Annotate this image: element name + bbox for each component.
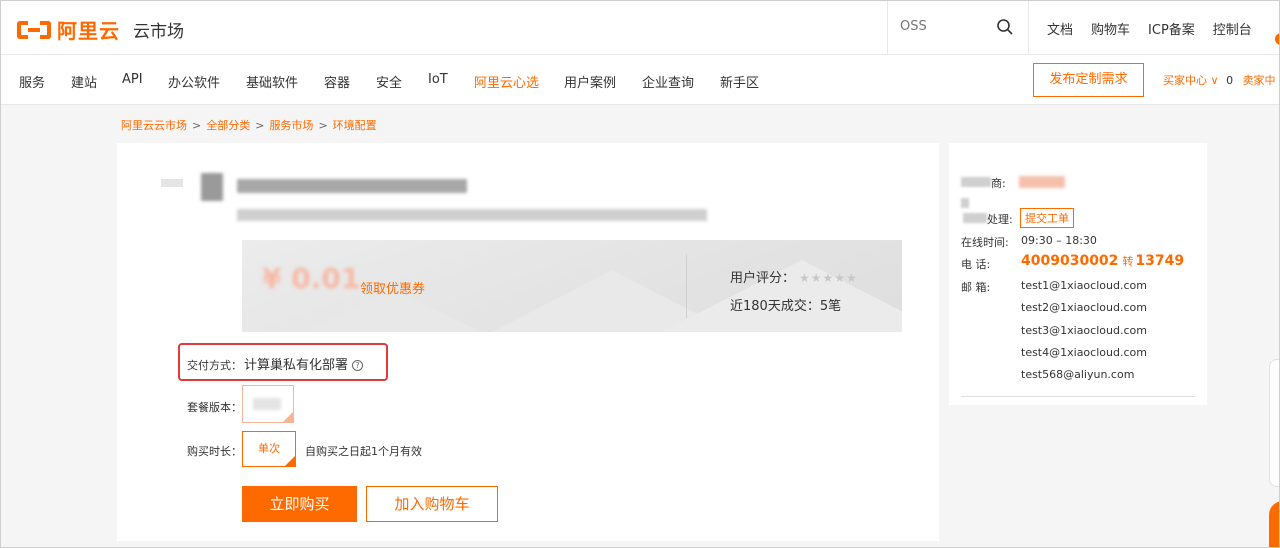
divider: [686, 254, 687, 318]
handle-label: 处理:: [987, 213, 1013, 226]
page: 阿里云 云市场 文档 购物车 ICP备案 控制台 服务建站API办公软件基础软件…: [0, 0, 1280, 548]
aliyun-logo-icon: [17, 19, 51, 41]
nav-item[interactable]: 企业查询: [642, 72, 720, 91]
nav-item[interactable]: IoT: [428, 72, 474, 91]
cart-count: 0: [1226, 74, 1234, 87]
product-card: ¥ 0.01 领取优惠券 用户评分： ★★★★★ 近180天成交：5笔 交付方式：…: [117, 143, 939, 541]
email-link[interactable]: test2@1xiaocloud.com: [1021, 301, 1147, 314]
search-box: [887, 1, 1029, 55]
nav-item[interactable]: 新手区: [720, 72, 780, 91]
delivery-label: 交付方式：: [187, 359, 242, 372]
handle-label-blurred: [963, 213, 987, 223]
email-link[interactable]: test4@1xiaocloud.com: [1021, 346, 1147, 359]
phone-label: 电 话:: [961, 258, 991, 271]
product-subtitle-blurred: [237, 209, 707, 221]
product-title-blurred: [237, 179, 467, 193]
buyer-center: 买家中心 ∨ 0 卖家中: [1163, 72, 1276, 88]
duration-note: 自购买之日起1个月有效: [305, 445, 422, 458]
email-link[interactable]: test1@1xiaocloud.com: [1021, 279, 1147, 292]
user-rating: 用户评分： ★★★★★: [730, 267, 858, 286]
coupon-link[interactable]: 领取优惠券: [360, 278, 425, 297]
nav-item[interactable]: 用户案例: [564, 72, 642, 91]
nav-item[interactable]: 容器: [324, 72, 376, 91]
vendor-name-blurred: [1019, 176, 1065, 188]
breadcrumb-item[interactable]: 环境配置: [333, 119, 377, 132]
price-panel: ¥ 0.01 领取优惠券 用户评分： ★★★★★ 近180天成交：5笔: [242, 240, 902, 332]
publish-request-button[interactable]: 发布定制需求: [1033, 63, 1144, 97]
buy-now-button[interactable]: 立即购买: [242, 486, 357, 522]
brand-name: 阿里云: [57, 19, 120, 43]
nav-item[interactable]: 办公软件: [168, 72, 246, 91]
aliyun-logo[interactable]: 阿里云: [17, 15, 120, 44]
notification-dot: [1275, 33, 1279, 45]
online-time-label: 在线时间:: [961, 236, 1009, 249]
delivery-method: 交付方式： 计算巢私有化部署?: [187, 354, 364, 373]
top-link-docs[interactable]: 文档: [1047, 19, 1073, 38]
package-name-blurred: [253, 398, 281, 410]
nav-item[interactable]: 基础软件: [246, 72, 324, 91]
breadcrumb: 阿里云云市场 > 全部分类 > 服务市场 > 环境配置: [121, 119, 377, 132]
vendor-label-blurred: [961, 177, 991, 187]
phone-number: 4009030002 转 13749: [1021, 253, 1185, 269]
breadcrumb-item[interactable]: 全部分类: [206, 119, 250, 132]
chevron-down-icon[interactable]: ∨: [1211, 74, 1219, 87]
product-image-blurred: [201, 173, 223, 201]
category-nav: 服务 建站 API 办公软件 基础软件 容器 安全 IoT 阿里云心选 用户案例 企业查询 新手区 发…: [1, 55, 1279, 105]
buyer-center-link[interactable]: 买家中心: [1163, 74, 1207, 87]
price-value: ¥ 0.01: [262, 262, 361, 295]
nav-item[interactable]: 建站: [71, 72, 122, 91]
product-logo-blurred: [161, 179, 183, 187]
nav-item[interactable]: 阿里云心选: [474, 72, 564, 91]
selected-corner-icon: [283, 412, 293, 422]
top-link-cart[interactable]: 购物车: [1091, 19, 1130, 38]
package-label: 套餐版本：: [187, 401, 242, 414]
breadcrumb-item[interactable]: 阿里云云市场: [121, 119, 187, 132]
nav-item[interactable]: 服务: [19, 72, 71, 91]
email-link[interactable]: test3@1xiaocloud.com: [1021, 324, 1147, 337]
floating-contact-button[interactable]: [1269, 501, 1279, 547]
duration-label: 购买时长：: [187, 445, 242, 458]
top-link-console[interactable]: 控制台: [1213, 19, 1252, 38]
divider: [961, 396, 1195, 397]
vendor-label: 商:: [991, 177, 1006, 190]
seller-info-card: 商: 处理: 提交工单 在线时间: 09:30 – 18:30 电 话: 400…: [949, 143, 1207, 405]
market-title[interactable]: 云市场: [133, 17, 184, 42]
top-links: 文档 购物车 ICP备案 控制台: [1047, 19, 1252, 38]
handle-label-blurred: [961, 198, 969, 208]
email-link[interactable]: test568@aliyun.com: [1021, 368, 1134, 381]
seller-center-link[interactable]: 卖家中: [1243, 74, 1276, 87]
search-input[interactable]: [900, 19, 990, 34]
breadcrumb-item[interactable]: 服务市场: [269, 119, 313, 132]
selected-corner-icon: [285, 456, 295, 466]
duration-option[interactable]: 单次: [242, 431, 296, 467]
online-time-value: 09:30 – 18:30: [1021, 234, 1097, 247]
rating-label: 用户评分：: [730, 271, 796, 286]
submit-ticket-button[interactable]: 提交工单: [1020, 208, 1074, 228]
star-icon: ★★★★★: [799, 271, 858, 285]
top-link-icp[interactable]: ICP备案: [1148, 19, 1195, 38]
search-icon[interactable]: [996, 18, 1014, 36]
delivery-value: 计算巢私有化部署: [244, 358, 349, 373]
nav-item[interactable]: 安全: [376, 72, 428, 91]
help-icon[interactable]: ?: [352, 360, 364, 371]
package-option[interactable]: [242, 385, 294, 423]
top-header: 阿里云 云市场 文档 购物车 ICP备案 控制台: [1, 1, 1279, 55]
add-to-cart-button[interactable]: 加入购物车: [366, 486, 498, 522]
sales-count: 近180天成交：5笔: [730, 299, 842, 314]
floating-side-tab[interactable]: [1269, 359, 1279, 487]
nav-item[interactable]: API: [122, 72, 168, 91]
email-label: 邮 箱:: [961, 281, 991, 294]
nav-items: 服务 建站 API 办公软件 基础软件 容器 安全 IoT 阿里云心选 用户案例 企业查询 新手区: [19, 72, 780, 91]
